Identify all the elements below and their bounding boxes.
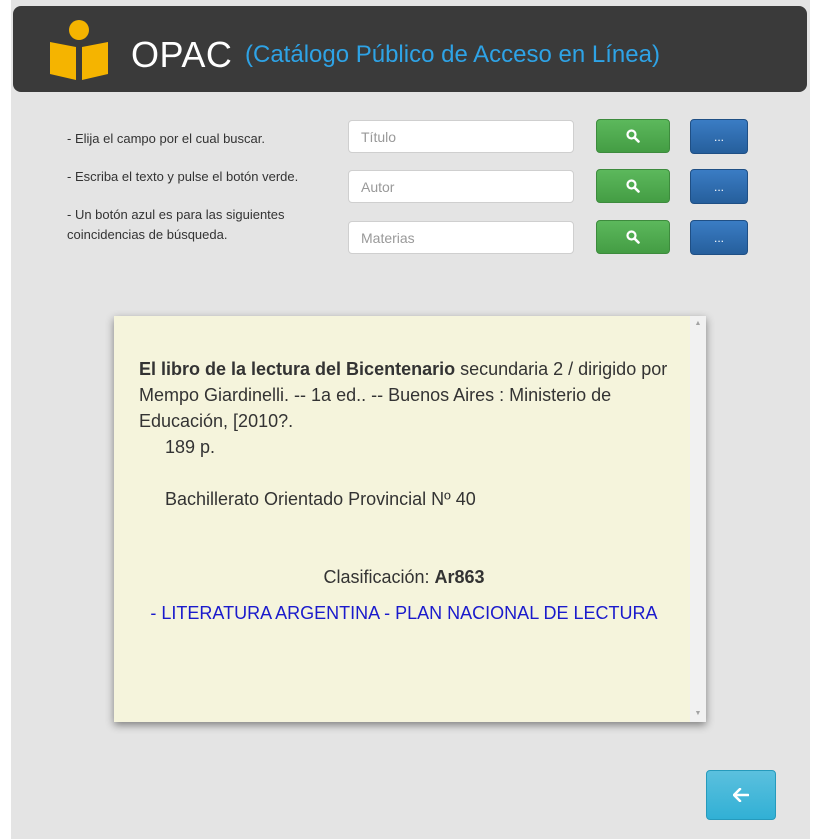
title-search-button[interactable] bbox=[596, 119, 670, 153]
scroll-down-icon[interactable]: ▼ bbox=[690, 706, 706, 722]
classification-label: Clasificación: bbox=[323, 567, 435, 587]
record-subjects: - LITERATURA ARGENTINA - PLAN NACIONAL D… bbox=[139, 600, 669, 626]
search-icon bbox=[626, 129, 640, 143]
back-button[interactable] bbox=[706, 770, 776, 820]
subject-separator: - bbox=[150, 603, 162, 623]
result-scrollbar[interactable]: ▲ ▼ bbox=[690, 316, 706, 722]
author-search-input[interactable] bbox=[348, 170, 574, 203]
title-search-input[interactable] bbox=[348, 120, 574, 153]
instruction-blue-button-cont: coincidencias de búsqueda. bbox=[67, 227, 228, 242]
next-match-label: ... bbox=[713, 179, 724, 194]
next-match-label: ... bbox=[713, 129, 724, 144]
record-description: El libro de la lectura del Bicentenario … bbox=[139, 356, 669, 434]
reader-book-icon bbox=[50, 20, 108, 80]
subjects-next-match-button[interactable]: ... bbox=[690, 220, 748, 255]
app-header: OPAC (Catálogo Público de Acceso en Líne… bbox=[13, 6, 807, 92]
record-title: El libro de la lectura del Bicentenario bbox=[139, 359, 456, 379]
next-match-label: ... bbox=[713, 230, 724, 245]
subject-link-literatura[interactable]: LITERATURA ARGENTINA bbox=[161, 603, 379, 623]
subjects-search-input[interactable] bbox=[348, 221, 574, 254]
author-search-button[interactable] bbox=[596, 169, 670, 203]
classification-value: Ar863 bbox=[434, 567, 485, 587]
title-next-match-button[interactable]: ... bbox=[690, 119, 748, 154]
instruction-blue-button: - Un botón azul es para las siguientes bbox=[67, 207, 285, 222]
record-pages: 189 p. bbox=[165, 437, 216, 457]
subjects-search-button[interactable] bbox=[596, 220, 670, 254]
subject-separator: - bbox=[384, 603, 396, 623]
author-next-match-button[interactable]: ... bbox=[690, 169, 748, 204]
instruction-choose-field: - Elija el campo por el cual buscar. bbox=[67, 131, 265, 146]
scroll-up-icon[interactable]: ▲ bbox=[690, 316, 706, 332]
result-record: El libro de la lectura del Bicentenario … bbox=[139, 356, 669, 626]
app-subtitle: (Catálogo Público de Acceso en Línea) bbox=[245, 41, 660, 68]
arrow-left-icon bbox=[733, 788, 749, 802]
record-classification: Clasificación: Ar863 bbox=[139, 564, 669, 590]
instruction-type-text: - Escriba el texto y pulse el botón verd… bbox=[67, 169, 299, 184]
search-icon bbox=[626, 230, 640, 244]
search-icon bbox=[626, 179, 640, 193]
subject-link-plan-lectura[interactable]: PLAN NACIONAL DE LECTURA bbox=[395, 603, 657, 623]
result-record-panel[interactable]: El libro de la lectura del Bicentenario … bbox=[114, 316, 706, 722]
record-library: Bachillerato Orientado Provincial Nº 40 bbox=[165, 489, 476, 509]
app-title: OPAC bbox=[131, 34, 233, 75]
